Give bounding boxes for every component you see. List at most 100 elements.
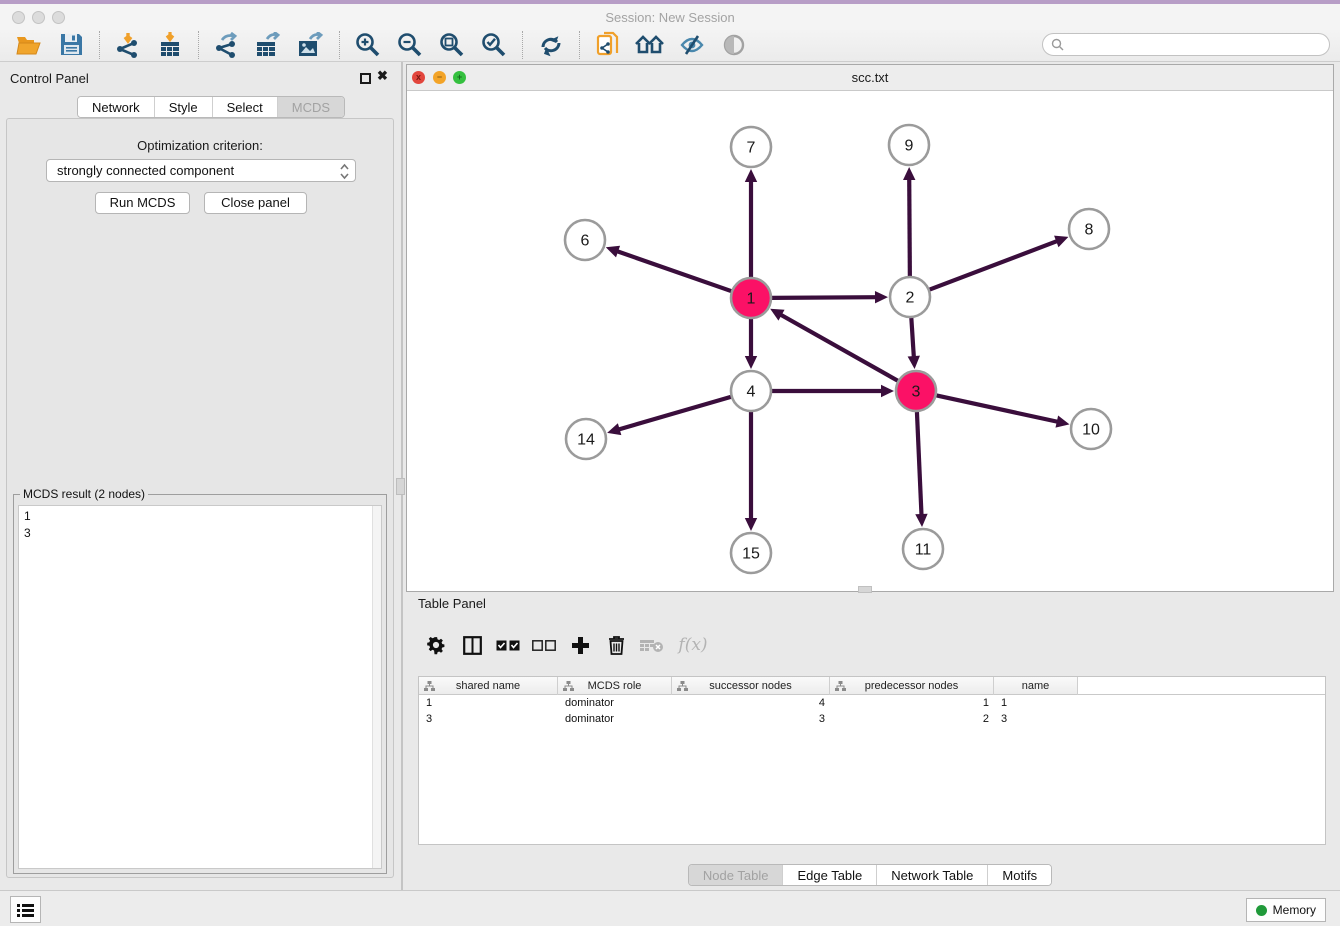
graph-node-label: 14 bbox=[577, 432, 595, 449]
table-panel-title: Table Panel bbox=[406, 596, 486, 611]
table-header-row: shared name MCDS role successor nodes pr… bbox=[419, 677, 1325, 695]
deselect-all-icon[interactable] bbox=[526, 627, 562, 663]
table-row[interactable]: 3 dominator 3 2 3 bbox=[419, 711, 1325, 727]
graph-node-label: 8 bbox=[1085, 222, 1094, 239]
result-line: 1 bbox=[24, 508, 381, 525]
save-session-icon[interactable] bbox=[54, 30, 88, 60]
search-icon bbox=[1051, 38, 1064, 51]
graph-node-label: 10 bbox=[1082, 422, 1100, 439]
graph-node-label: 1 bbox=[747, 291, 756, 308]
panel-splitter-handle[interactable] bbox=[396, 478, 405, 495]
graph-edge-arrowhead-icon bbox=[908, 356, 920, 369]
result-line: 3 bbox=[24, 525, 381, 542]
graph-edge[interactable] bbox=[616, 251, 731, 291]
export-network-icon[interactable] bbox=[210, 30, 244, 60]
delete-table-icon[interactable] bbox=[634, 627, 670, 663]
graph-edge[interactable] bbox=[911, 318, 914, 358]
toolbar-separator bbox=[339, 31, 340, 59]
tab-style[interactable]: Style bbox=[154, 97, 212, 117]
select-all-icon[interactable] bbox=[490, 627, 526, 663]
window-title: Session: New Session bbox=[0, 10, 1340, 25]
tab-edge-table[interactable]: Edge Table bbox=[782, 865, 876, 885]
graph-edge-arrowhead-icon bbox=[745, 169, 757, 182]
node-table: shared name MCDS role successor nodes pr… bbox=[418, 676, 1326, 845]
add-column-icon[interactable] bbox=[562, 627, 598, 663]
horizontal-splitter-handle[interactable] bbox=[858, 586, 872, 593]
home-icon[interactable] bbox=[633, 30, 667, 60]
show-panel-icon[interactable] bbox=[717, 30, 751, 60]
column-header-mcds-role[interactable]: MCDS role bbox=[558, 677, 672, 695]
memory-button[interactable]: Memory bbox=[1246, 898, 1326, 922]
duplicate-network-icon[interactable] bbox=[591, 30, 625, 60]
graph-node-label: 11 bbox=[915, 542, 932, 559]
graph-edge-arrowhead-icon bbox=[903, 167, 915, 180]
search-input[interactable] bbox=[1042, 33, 1330, 56]
tab-network-table[interactable]: Network Table bbox=[876, 865, 987, 885]
table-panel: Table Panel ✖ bbox=[406, 595, 1334, 890]
network-view-window: x − + scc.txt 7968124314101511 bbox=[406, 64, 1334, 592]
export-image-icon[interactable] bbox=[294, 30, 328, 60]
delete-column-icon[interactable] bbox=[598, 627, 634, 663]
mcds-result-list[interactable]: 1 3 bbox=[18, 505, 382, 869]
column-view-icon[interactable] bbox=[454, 627, 490, 663]
result-scrollbar[interactable] bbox=[372, 506, 381, 868]
tab-node-table[interactable]: Node Table bbox=[689, 865, 783, 885]
graph-node-label: 6 bbox=[581, 233, 590, 250]
export-table-icon[interactable] bbox=[252, 30, 286, 60]
graph-edge-arrowhead-icon bbox=[606, 246, 620, 258]
zoom-out-icon[interactable] bbox=[393, 30, 427, 60]
function-builder-icon[interactable]: f(x) bbox=[670, 627, 716, 663]
mcds-panel: Optimization criterion: strongly connect… bbox=[6, 118, 394, 878]
run-mcds-button[interactable]: Run MCDS bbox=[95, 192, 190, 214]
toolbar-separator bbox=[99, 31, 100, 59]
table-row[interactable]: 1 dominator 4 1 1 bbox=[419, 695, 1325, 711]
tab-network[interactable]: Network bbox=[78, 97, 154, 117]
control-panel-tabs: Network Style Select MCDS bbox=[77, 96, 345, 118]
graph-node-label: 4 bbox=[747, 384, 756, 401]
table-settings-icon[interactable] bbox=[418, 627, 454, 663]
graph-edge[interactable] bbox=[930, 241, 1059, 290]
zoom-selected-icon[interactable] bbox=[477, 30, 511, 60]
network-window-titlebar: x − + scc.txt bbox=[407, 65, 1333, 91]
apply-layout-icon[interactable] bbox=[534, 30, 568, 60]
graph-edge[interactable] bbox=[909, 178, 910, 276]
task-history-button[interactable] bbox=[10, 896, 41, 923]
table-toolbar: f(x) bbox=[418, 625, 1322, 665]
tab-motifs[interactable]: Motifs bbox=[987, 865, 1051, 885]
graph-edge-arrowhead-icon bbox=[745, 356, 757, 369]
float-panel-icon[interactable] bbox=[360, 73, 371, 84]
graph-edge[interactable] bbox=[780, 314, 898, 380]
column-header-successor-nodes[interactable]: successor nodes bbox=[672, 677, 830, 695]
graph-node-label: 7 bbox=[747, 140, 756, 157]
tab-select[interactable]: Select bbox=[212, 97, 277, 117]
attribute-icon bbox=[835, 681, 846, 691]
graph-edge[interactable] bbox=[772, 297, 877, 298]
column-header-shared-name[interactable]: shared name bbox=[419, 677, 558, 695]
mcds-result-title: MCDS result (2 nodes) bbox=[20, 487, 148, 501]
zoom-in-icon[interactable] bbox=[351, 30, 385, 60]
network-canvas[interactable]: 7968124314101511 bbox=[407, 91, 1333, 591]
graph-node-label: 2 bbox=[906, 290, 915, 307]
select-stepper-icon bbox=[340, 163, 349, 183]
table-header-filler bbox=[1078, 677, 1325, 694]
hide-panel-icon[interactable] bbox=[675, 30, 709, 60]
tab-mcds[interactable]: MCDS bbox=[277, 97, 344, 117]
graph-edge[interactable] bbox=[917, 412, 922, 516]
graph-edge-arrowhead-icon bbox=[875, 291, 888, 303]
graph-edge[interactable] bbox=[618, 397, 731, 430]
toolbar-separator bbox=[198, 31, 199, 59]
graph-edge[interactable] bbox=[937, 395, 1059, 422]
table-tab-group: Node Table Edge Table Network Table Moti… bbox=[688, 864, 1052, 886]
network-window-title: scc.txt bbox=[407, 70, 1333, 85]
close-panel-button[interactable]: Close panel bbox=[204, 192, 307, 214]
column-header-name[interactable]: name bbox=[994, 677, 1078, 695]
zoom-fit-icon[interactable] bbox=[435, 30, 469, 60]
import-network-icon[interactable] bbox=[111, 30, 145, 60]
memory-label: Memory bbox=[1273, 903, 1316, 917]
import-table-icon[interactable] bbox=[153, 30, 187, 60]
open-file-icon[interactable] bbox=[12, 30, 46, 60]
close-panel-icon[interactable]: ✖ bbox=[377, 68, 388, 84]
panel-splitter[interactable] bbox=[401, 62, 403, 890]
criterion-select[interactable]: strongly connected component bbox=[46, 159, 356, 182]
column-header-predecessor-nodes[interactable]: predecessor nodes bbox=[830, 677, 994, 695]
